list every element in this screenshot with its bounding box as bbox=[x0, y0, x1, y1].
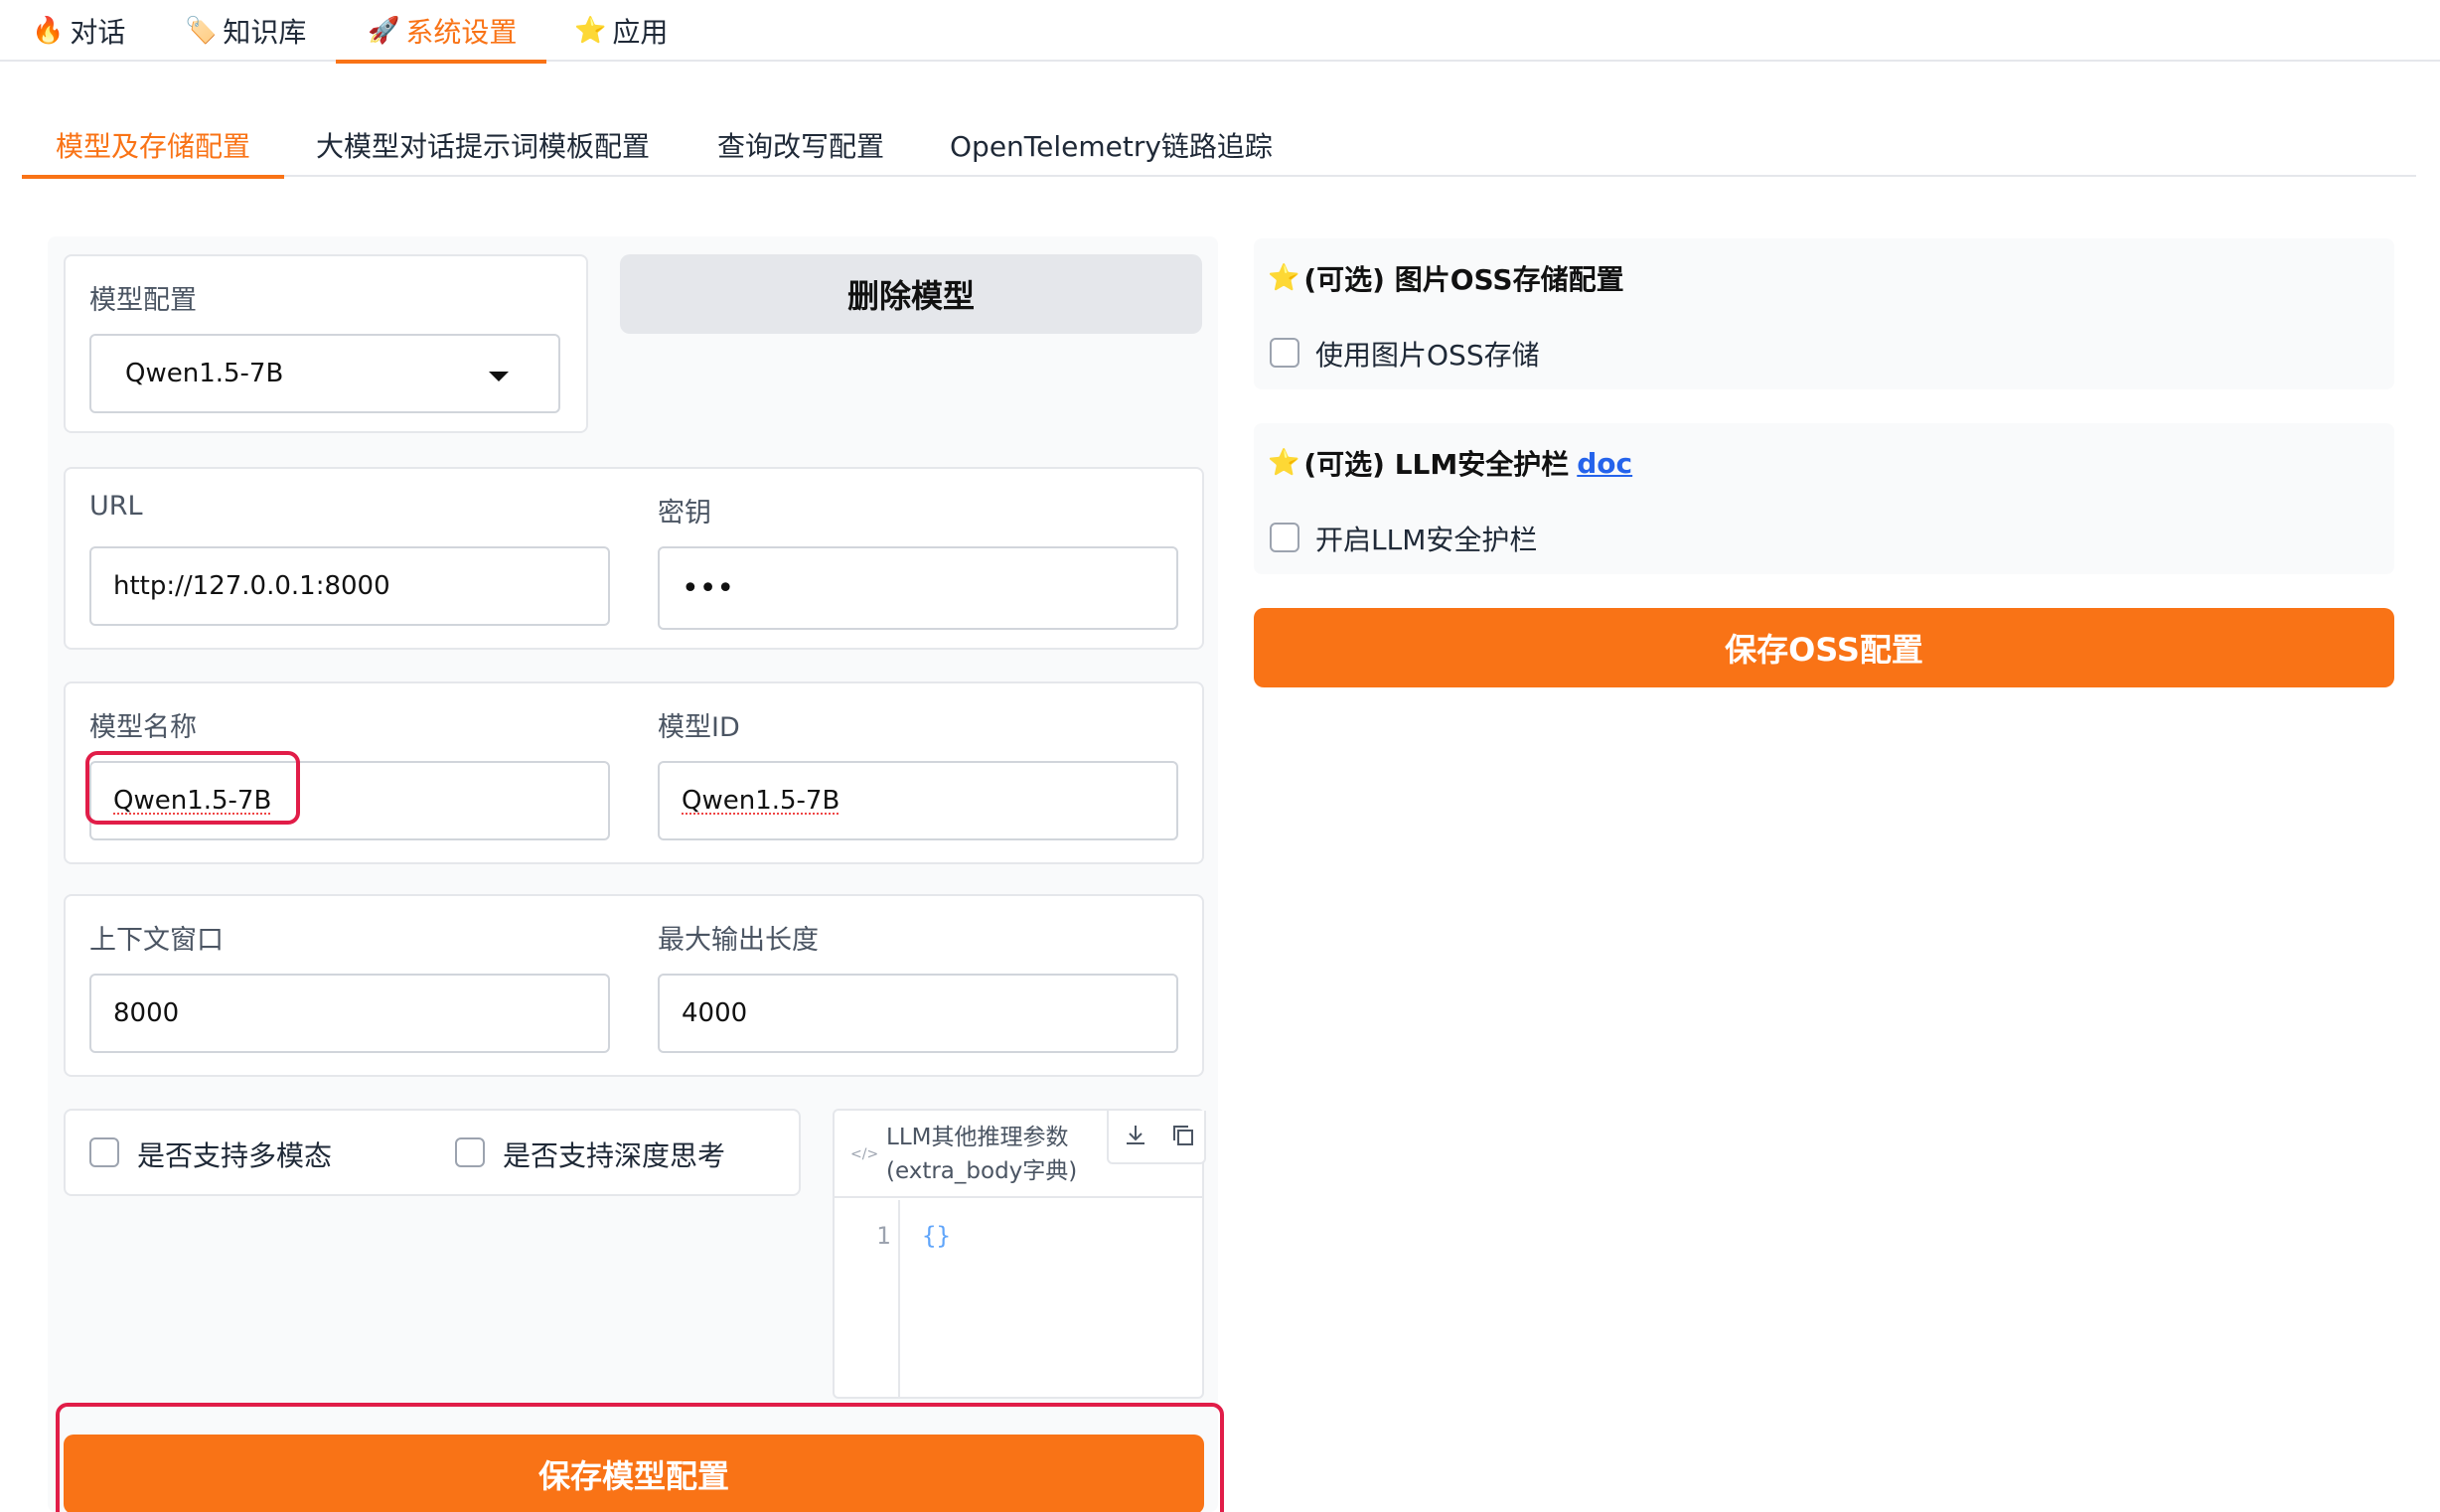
oss-title-text: (可选) 图片OSS存储配置 bbox=[1303, 263, 1624, 296]
app-root: 🔥 对话 🏷️ 知识库 🚀 系统设置 ⭐ 应用 模型及存储配置 大模型对话提示词… bbox=[0, 0, 2440, 1512]
model-name-card: 模型名称 Qwen1.5-7B 模型ID Qwen1.5-7B bbox=[64, 681, 1204, 864]
doc-link[interactable]: doc bbox=[1577, 447, 1632, 480]
download-icon[interactable] bbox=[1123, 1123, 1148, 1148]
extra-body-label: LLM其他推理参数(extra_body字典) bbox=[886, 1125, 1078, 1184]
guardrail-card: ⭐ (可选) LLM安全护栏 doc 开启LLM安全护栏 bbox=[1254, 423, 2394, 574]
model-config-label: 模型配置 bbox=[89, 285, 197, 316]
max-output-input[interactable]: 4000 bbox=[658, 974, 1178, 1053]
model-name-input[interactable]: Qwen1.5-7B bbox=[89, 761, 610, 840]
deep-thinking-checkbox[interactable] bbox=[455, 1137, 485, 1167]
chevron-down-icon bbox=[489, 372, 509, 381]
code-icon: </> bbox=[850, 1146, 879, 1162]
model-name-label: 模型名称 bbox=[89, 712, 197, 743]
star-icon: ⭐ bbox=[1268, 263, 1300, 293]
copy-icon[interactable] bbox=[1170, 1123, 1196, 1148]
top-nav: 🔥 对话 🏷️ 知识库 🚀 系统设置 ⭐ 应用 bbox=[0, 0, 2440, 64]
tab-label: 大模型对话提示词模板配置 bbox=[316, 130, 651, 163]
code-content[interactable]: {} bbox=[922, 1222, 951, 1250]
url-input[interactable]: http://127.0.0.1:8000 bbox=[89, 546, 610, 626]
fire-icon: 🔥 bbox=[32, 16, 65, 46]
model-select-card: 模型配置 Qwen1.5-7B bbox=[64, 254, 588, 433]
tab-prompt-template[interactable]: 大模型对话提示词模板配置 bbox=[316, 121, 650, 177]
guardrail-title-text: (可选) LLM安全护栏 bbox=[1303, 448, 1570, 481]
url-label: URL bbox=[89, 491, 143, 522]
tab-label: 查询改写配置 bbox=[717, 130, 885, 163]
model-id-label: 模型ID bbox=[658, 712, 740, 743]
guardrail-checkbox[interactable] bbox=[1270, 523, 1299, 552]
tab-apps[interactable]: ⭐ 应用 bbox=[574, 0, 668, 62]
oss-checkbox[interactable] bbox=[1270, 338, 1299, 368]
capability-card: 是否支持多模态 是否支持深度思考 bbox=[64, 1109, 801, 1196]
tab-label: 系统设置 bbox=[405, 16, 518, 49]
delete-model-button[interactable]: 删除模型 bbox=[620, 254, 1202, 334]
length-card: 上下文窗口 8000 最大输出长度 4000 bbox=[64, 894, 1204, 1077]
tab-label: 对话 bbox=[70, 16, 126, 49]
guardrail-title: ⭐ (可选) LLM安全护栏 doc bbox=[1268, 443, 1632, 483]
multimodal-label: 是否支持多模态 bbox=[137, 1139, 333, 1172]
tab-query-rewrite[interactable]: 查询改写配置 bbox=[717, 121, 884, 177]
star-icon: ⭐ bbox=[1268, 448, 1300, 478]
save-model-button[interactable]: 保存模型配置 bbox=[64, 1435, 1204, 1512]
settings-subtabs: 模型及存储配置 大模型对话提示词模板配置 查询改写配置 OpenTelemetr… bbox=[22, 121, 2416, 179]
model-dropdown[interactable]: Qwen1.5-7B bbox=[89, 334, 560, 413]
rocket-icon: 🚀 bbox=[368, 16, 400, 46]
tab-knowledge-base[interactable]: 🏷️ 知识库 bbox=[185, 0, 306, 62]
tab-opentelemetry[interactable]: OpenTelemetry链路追踪 bbox=[950, 121, 1273, 177]
max-output-label: 最大输出长度 bbox=[658, 925, 819, 956]
oss-card: ⭐ (可选) 图片OSS存储配置 使用图片OSS存储 bbox=[1254, 238, 2394, 389]
tab-chat[interactable]: 🔥 对话 bbox=[32, 0, 125, 62]
editor-toolbar bbox=[1107, 1111, 1206, 1164]
tab-model-storage[interactable]: 模型及存储配置 bbox=[22, 121, 284, 179]
save-oss-button[interactable]: 保存OSS配置 bbox=[1254, 608, 2394, 687]
oss-checkbox-label: 使用图片OSS存储 bbox=[1315, 339, 1540, 372]
model-id-value: Qwen1.5-7B bbox=[682, 786, 840, 816]
tab-label: 应用 bbox=[612, 16, 669, 49]
secret-input[interactable]: ••• bbox=[658, 546, 1178, 630]
endpoint-card: URL http://127.0.0.1:8000 密钥 ••• bbox=[64, 467, 1204, 650]
context-window-label: 上下文窗口 bbox=[89, 925, 224, 956]
tab-system-settings[interactable]: 🚀 系统设置 bbox=[336, 0, 546, 64]
multimodal-checkbox[interactable] bbox=[89, 1137, 119, 1167]
tab-label: 模型及存储配置 bbox=[56, 130, 251, 163]
tab-label: 知识库 bbox=[223, 16, 307, 49]
model-dropdown-value: Qwen1.5-7B bbox=[125, 359, 284, 388]
model-name-value: Qwen1.5-7B bbox=[113, 786, 272, 816]
line-number: 1 bbox=[876, 1222, 891, 1250]
extra-body-editor: </> LLM其他推理参数(extra_body字典) 1 {} bbox=[833, 1109, 1206, 1399]
tab-label: OpenTelemetry链路追踪 bbox=[950, 130, 1273, 163]
tag-icon: 🏷️ bbox=[185, 16, 218, 46]
secret-label: 密钥 bbox=[658, 498, 711, 529]
oss-title: ⭐ (可选) 图片OSS存储配置 bbox=[1268, 258, 1624, 298]
model-id-input[interactable]: Qwen1.5-7B bbox=[658, 761, 1178, 840]
star-icon: ⭐ bbox=[574, 16, 607, 46]
editor-header: </> LLM其他推理参数(extra_body字典) bbox=[835, 1111, 1206, 1198]
deep-thinking-label: 是否支持深度思考 bbox=[503, 1139, 726, 1172]
context-window-input[interactable]: 8000 bbox=[89, 974, 610, 1053]
guardrail-checkbox-label: 开启LLM安全护栏 bbox=[1315, 524, 1538, 556]
